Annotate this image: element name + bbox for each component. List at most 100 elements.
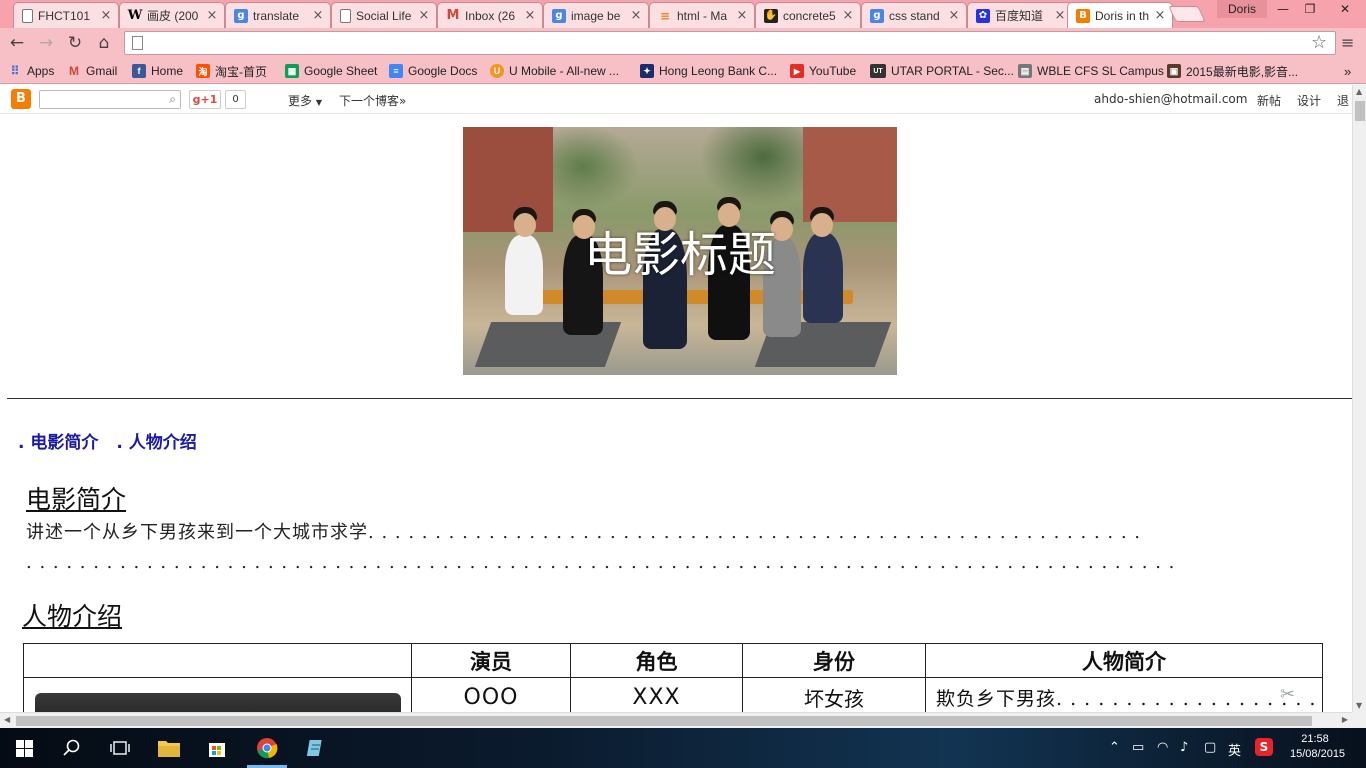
- design-link[interactable]: 设计: [1297, 92, 1321, 109]
- back-arrow-icon[interactable]: ←: [6, 33, 28, 53]
- bookmark-wble[interactable]: ▤ WBLE CFS SL Campus: [1018, 62, 1164, 80]
- horizontal-scrollbar[interactable]: ◀ ▶: [0, 712, 1352, 728]
- action-center-icon[interactable]: ▢: [1204, 740, 1216, 755]
- gplus-count: 0: [225, 90, 246, 109]
- google-icon: g: [234, 8, 248, 23]
- close-tab-icon[interactable]: ×: [418, 8, 430, 23]
- new-tab-button[interactable]: [1168, 6, 1206, 22]
- tab-title: translate: [253, 8, 300, 23]
- restore-icon[interactable]: ❐: [1295, 0, 1325, 18]
- notepad-icon[interactable]: [303, 736, 329, 760]
- search-icon[interactable]: ⌕: [169, 92, 176, 107]
- close-window-icon[interactable]: ✕: [1326, 0, 1364, 18]
- tab-title: 百度知道: [995, 9, 1044, 23]
- vertical-scroll-thumb[interactable]: [1355, 101, 1365, 121]
- minimize-icon[interactable]: —: [1268, 0, 1298, 18]
- bookmark-home[interactable]: f Home: [132, 62, 183, 80]
- tab-concrete5[interactable]: ✋ concrete5 ×: [755, 2, 861, 28]
- tools-icon[interactable]: ✂: [1280, 684, 1295, 705]
- windows-start-icon[interactable]: [11, 736, 37, 760]
- tab-inbox[interactable]: M Inbox (26 ×: [437, 2, 543, 28]
- search-icon[interactable]: [59, 736, 85, 760]
- intro-line: 讲述一个从乡下男孩来到一个大城市求学. . . . . . . . . . . …: [26, 522, 1141, 543]
- clock-date: 15/08/2015: [1290, 748, 1346, 760]
- bookmark-gmail[interactable]: M Gmail: [67, 62, 117, 80]
- bookmark-umobile[interactable]: U U Mobile - All-new ...: [490, 62, 619, 80]
- volume-icon[interactable]: ♪: [1180, 740, 1188, 755]
- ime-indicator[interactable]: 英: [1228, 740, 1241, 759]
- tab-html[interactable]: ≡ html - Ma ×: [649, 2, 755, 28]
- close-tab-icon[interactable]: ×: [1054, 8, 1066, 23]
- blogger-icon: B: [1076, 8, 1090, 23]
- bookmark-utar-portal[interactable]: UT UTAR PORTAL - Sec...: [870, 62, 1014, 80]
- bookmark-youtube[interactable]: ▶ YouTube: [790, 62, 856, 80]
- gplus-button[interactable]: g+1: [189, 90, 221, 109]
- close-tab-icon[interactable]: ×: [630, 8, 642, 23]
- tab-doris-blog[interactable]: B Doris in th ×: [1067, 2, 1173, 28]
- tab-image-be[interactable]: g image be ×: [543, 2, 649, 28]
- close-tab-icon[interactable]: ×: [100, 8, 112, 23]
- forward-arrow-icon[interactable]: →: [35, 33, 57, 53]
- toc-link-cast[interactable]: . 人物介绍: [116, 433, 196, 453]
- taskbar-clock[interactable]: 21:58 15/08/2015: [1290, 732, 1346, 762]
- sign-out-link[interactable]: 退: [1337, 92, 1349, 109]
- close-tab-icon[interactable]: ×: [206, 8, 218, 23]
- close-tab-icon[interactable]: ×: [736, 8, 748, 23]
- show-hidden-icons-icon[interactable]: ⌃: [1109, 740, 1120, 755]
- more-menu[interactable]: 更多 ▼: [288, 92, 322, 109]
- bookmark-google-docs[interactable]: ≡ Google Docs: [389, 62, 477, 80]
- tab-social-life[interactable]: Social Life ×: [331, 2, 437, 28]
- tab-translate[interactable]: g translate ×: [225, 2, 331, 28]
- close-tab-icon[interactable]: ×: [948, 8, 960, 23]
- intro-heading: 电影简介: [26, 485, 127, 514]
- close-tab-icon[interactable]: ×: [842, 8, 854, 23]
- close-tab-icon[interactable]: ×: [524, 8, 536, 23]
- profile-button[interactable]: Doris: [1217, 0, 1267, 18]
- next-blog-link[interactable]: 下一个博客»: [339, 92, 406, 109]
- address-bar[interactable]: [124, 31, 1336, 55]
- bookmark-taobao[interactable]: 淘 淘宝-首页: [196, 62, 267, 80]
- chrome-menu-icon[interactable]: ≡: [1341, 33, 1354, 52]
- bookmark-movies[interactable]: ▣ 2015最新电影,影音...: [1167, 62, 1298, 80]
- bookmarks-bar: ⠿ Apps M Gmail f Home 淘 淘宝-首页 ▦ Google S…: [0, 58, 1366, 84]
- battery-icon[interactable]: ▭: [1132, 740, 1144, 755]
- store-icon[interactable]: [204, 736, 230, 760]
- toc-link-intro[interactable]: . 电影简介: [18, 433, 98, 453]
- bookmark-apps[interactable]: ⠿ Apps: [8, 62, 55, 80]
- tab-title: image be: [571, 8, 621, 23]
- scroll-left-icon[interactable]: ◀: [4, 715, 10, 724]
- scroll-right-icon[interactable]: ▶: [1342, 715, 1348, 724]
- wifi-icon[interactable]: ◠: [1157, 740, 1168, 755]
- tab-baidu[interactable]: ✿ 百度知道 ×: [967, 2, 1073, 28]
- bookmark-star-icon[interactable]: ☆: [1311, 32, 1327, 53]
- task-view-icon[interactable]: [107, 736, 133, 760]
- page-icon: [132, 36, 143, 50]
- tab-wikipedia[interactable]: W 画皮 (200 ×: [119, 2, 225, 28]
- taobao-icon: 淘: [196, 64, 210, 78]
- close-tab-icon[interactable]: ×: [312, 8, 324, 23]
- bookmark-hong-leong[interactable]: ✦ Hong Leong Bank C...: [640, 62, 777, 80]
- chrome-icon[interactable]: [254, 736, 280, 760]
- sogou-ime-icon[interactable]: S: [1255, 738, 1273, 756]
- scrollbar-corner: [1352, 712, 1366, 728]
- scroll-down-icon[interactable]: ▼: [1356, 701, 1362, 710]
- column-header-role: 角色: [570, 643, 743, 678]
- tab-fhct101[interactable]: FHCT101 ×: [13, 2, 119, 28]
- bookmark-google-sheet[interactable]: ▦ Google Sheet: [285, 62, 377, 80]
- tab-css-stand[interactable]: g css stand ×: [861, 2, 967, 28]
- stackoverflow-icon: ≡: [659, 8, 671, 23]
- file-explorer-icon[interactable]: [156, 736, 182, 760]
- new-post-link[interactable]: 新帖: [1257, 92, 1281, 109]
- reload-icon[interactable]: ↻: [64, 33, 86, 53]
- cast-heading: 人物介绍: [22, 602, 123, 631]
- facebook-icon: f: [132, 64, 146, 78]
- home-icon[interactable]: ⌂: [93, 33, 115, 53]
- blog-search-input[interactable]: ⌕: [39, 90, 181, 109]
- blogger-logo-icon[interactable]: B: [11, 89, 31, 109]
- bookmarks-overflow-button[interactable]: »: [1344, 62, 1351, 80]
- vertical-scrollbar[interactable]: ▲ ▼: [1352, 85, 1366, 712]
- actor-photo-cell: [23, 677, 412, 712]
- close-tab-icon[interactable]: ×: [1154, 8, 1166, 23]
- scroll-up-icon[interactable]: ▲: [1356, 87, 1362, 96]
- horizontal-scroll-thumb[interactable]: [16, 716, 1312, 726]
